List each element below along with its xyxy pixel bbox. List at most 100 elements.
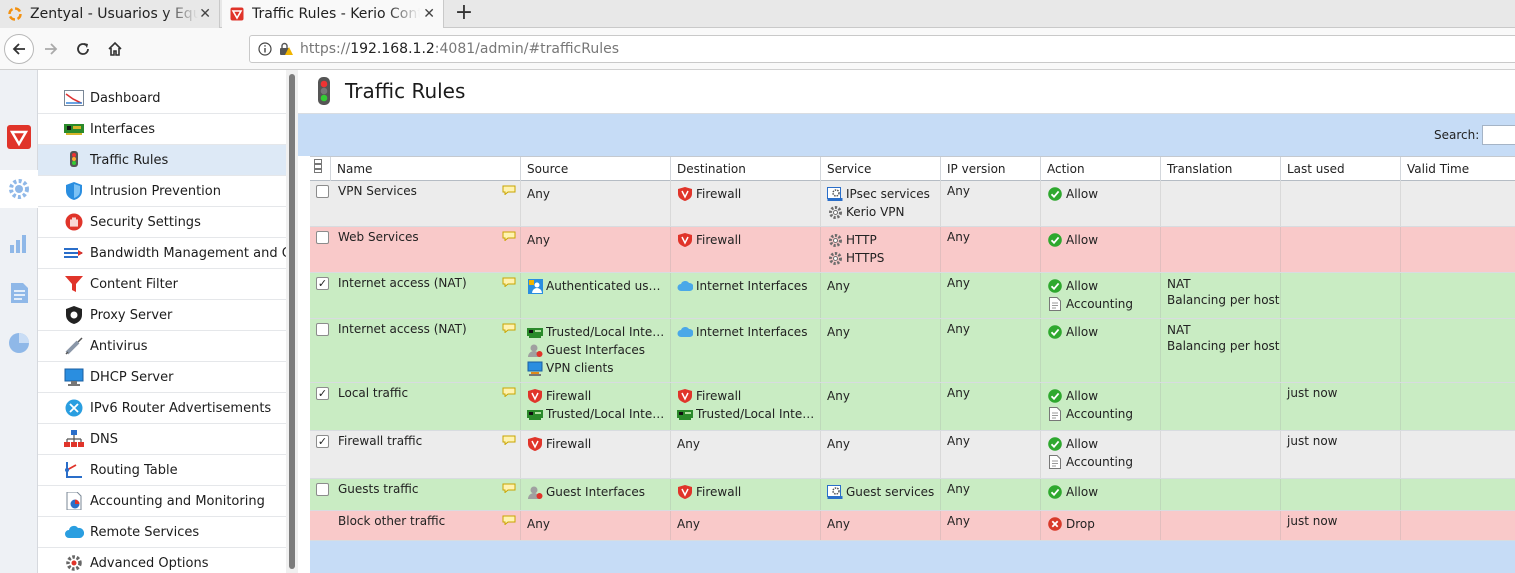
rule-enabled-checkbox[interactable]: ✓: [316, 435, 329, 448]
cell-lastused[interactable]: just now: [1280, 383, 1400, 430]
cell-ipversion[interactable]: Any: [940, 431, 1040, 478]
column-header-lastused[interactable]: Last used: [1280, 157, 1400, 181]
column-header-translation[interactable]: Translation: [1160, 157, 1280, 181]
cell-service[interactable]: Guest services: [820, 479, 940, 510]
table-row[interactable]: VPN Services Any Firewall IPsec services Ker…: [310, 181, 1515, 227]
sidebar-item-content-filter[interactable]: Content Filter: [38, 269, 286, 300]
cell-validtime[interactable]: [1400, 479, 1515, 510]
strip-kerio-button[interactable]: [0, 118, 38, 156]
cell-destination[interactable]: Firewall: [670, 479, 820, 510]
comment-bubble-icon[interactable]: [502, 230, 516, 242]
cell-validtime[interactable]: [1400, 511, 1515, 540]
comment-bubble-icon[interactable]: [502, 514, 516, 526]
cell-validtime[interactable]: [1400, 273, 1515, 318]
cell-source[interactable]: Firewall: [520, 431, 670, 478]
column-header-service[interactable]: Service: [820, 157, 940, 181]
rule-enabled-checkbox[interactable]: ✓: [316, 277, 329, 290]
cell-ipversion[interactable]: Any: [940, 383, 1040, 430]
rule-enabled-checkbox[interactable]: [316, 231, 329, 244]
comment-bubble-icon[interactable]: [502, 482, 516, 494]
cell-validtime[interactable]: [1400, 383, 1515, 430]
cell-ipversion[interactable]: Any: [940, 511, 1040, 540]
cell-destination[interactable]: Internet Interfaces: [670, 273, 820, 318]
sidebar-item-routing-table[interactable]: Routing Table: [38, 455, 286, 486]
scrollbar-thumb[interactable]: [289, 74, 295, 569]
cell-lastused[interactable]: [1280, 227, 1400, 272]
cell-lastused[interactable]: [1280, 479, 1400, 510]
sidebar-item-advanced-options[interactable]: Advanced Options: [38, 548, 286, 573]
cell-name[interactable]: Guests traffic: [330, 479, 520, 510]
column-header-action[interactable]: Action: [1040, 157, 1160, 181]
table-row[interactable]: ✓ Internet access (NAT) Authenticated user…: [310, 273, 1515, 319]
sidebar-scrollbar[interactable]: [286, 70, 298, 573]
cell-ipversion[interactable]: Any: [940, 479, 1040, 510]
browser-tab-zentyal[interactable]: Zentyal - Usuarios y Equipos ✕: [0, 0, 220, 28]
cell-lastused[interactable]: just now: [1280, 511, 1400, 540]
rule-enabled-checkbox[interactable]: [316, 323, 329, 336]
cell-translation[interactable]: [1160, 511, 1280, 540]
sidebar-item-remote-services[interactable]: Remote Services: [38, 517, 286, 548]
cell-destination[interactable]: Any: [670, 431, 820, 478]
cell-action[interactable]: Allow: [1040, 479, 1160, 510]
cell-service[interactable]: HTTP HTTPS: [820, 227, 940, 272]
cell-lastused[interactable]: just now: [1280, 431, 1400, 478]
table-row[interactable]: ✓ Firewall traffic Firewall Any Any Any Allow A…: [310, 431, 1515, 479]
cell-ipversion[interactable]: Any: [940, 319, 1040, 382]
sidebar-item-intrusion-prevention[interactable]: Intrusion Prevention: [38, 176, 286, 207]
comment-bubble-icon[interactable]: [502, 322, 516, 334]
sidebar-item-bandwidth[interactable]: Bandwidth Management and QoS: [38, 238, 286, 269]
cell-translation[interactable]: NAT Balancing per host: [1160, 319, 1280, 382]
cell-name[interactable]: Internet access (NAT): [330, 273, 520, 318]
cell-action[interactable]: Allow Accounting: [1040, 273, 1160, 318]
cell-validtime[interactable]: [1400, 431, 1515, 478]
cell-source[interactable]: Any: [520, 511, 670, 540]
cell-destination[interactable]: Firewall Trusted/Local Interfaces: [670, 383, 820, 430]
cell-lastused[interactable]: [1280, 181, 1400, 226]
cell-destination[interactable]: Firewall: [670, 227, 820, 272]
table-row[interactable]: Web Services Any Firewall HTTP HTTPS Any Allow: [310, 227, 1515, 273]
rule-enabled-checkbox[interactable]: [316, 185, 329, 198]
cell-translation[interactable]: [1160, 431, 1280, 478]
comment-bubble-icon[interactable]: [502, 184, 516, 196]
cell-action[interactable]: Allow: [1040, 181, 1160, 226]
cell-source[interactable]: Any: [520, 181, 670, 226]
sidebar-item-dns[interactable]: DNS: [38, 424, 286, 455]
cell-source[interactable]: Firewall Trusted/Local Interfaces: [520, 383, 670, 430]
cell-name[interactable]: Internet access (NAT): [330, 319, 520, 382]
cell-translation[interactable]: [1160, 181, 1280, 226]
cell-lastused[interactable]: [1280, 319, 1400, 382]
cell-name[interactable]: Firewall traffic: [330, 431, 520, 478]
sidebar-item-security-settings[interactable]: Security Settings: [38, 207, 286, 238]
column-header-destination[interactable]: Destination: [670, 157, 820, 181]
column-selector-icon[interactable]: [310, 157, 330, 181]
cell-ipversion[interactable]: Any: [940, 181, 1040, 226]
sidebar-item-dashboard[interactable]: Dashboard: [38, 83, 286, 114]
cell-lastused[interactable]: [1280, 273, 1400, 318]
sidebar-item-dhcp-server[interactable]: DHCP Server: [38, 362, 286, 393]
cell-source[interactable]: Trusted/Local Interfaces Guest Interfaces…: [520, 319, 670, 382]
sidebar-item-accounting[interactable]: Accounting and Monitoring: [38, 486, 286, 517]
comment-bubble-icon[interactable]: [502, 434, 516, 446]
cell-destination[interactable]: Internet Interfaces: [670, 319, 820, 382]
column-header-ipversion[interactable]: IP version: [940, 157, 1040, 181]
new-tab-button[interactable]: +: [450, 0, 478, 28]
cell-service[interactable]: Any: [820, 383, 940, 430]
forward-button[interactable]: [36, 34, 66, 64]
comment-bubble-icon[interactable]: [502, 386, 516, 398]
close-tab-icon[interactable]: ✕: [423, 6, 435, 22]
cell-source[interactable]: Authenticated users: [520, 273, 670, 318]
strip-reports-button[interactable]: [0, 324, 38, 362]
cell-source[interactable]: Any: [520, 227, 670, 272]
cell-service[interactable]: Any: [820, 431, 940, 478]
cell-action[interactable]: Allow Accounting: [1040, 431, 1160, 478]
strip-logs-button[interactable]: [0, 274, 38, 312]
cell-ipversion[interactable]: Any: [940, 227, 1040, 272]
rule-enabled-checkbox[interactable]: [316, 483, 329, 496]
cell-validtime[interactable]: [1400, 319, 1515, 382]
cell-translation[interactable]: [1160, 479, 1280, 510]
cell-translation[interactable]: [1160, 227, 1280, 272]
column-header-name[interactable]: Name: [330, 157, 520, 181]
cell-name[interactable]: Web Services: [330, 227, 520, 272]
comment-bubble-icon[interactable]: [502, 276, 516, 288]
browser-tab-kerio[interactable]: Traffic Rules - Kerio Control ✕: [222, 0, 444, 28]
